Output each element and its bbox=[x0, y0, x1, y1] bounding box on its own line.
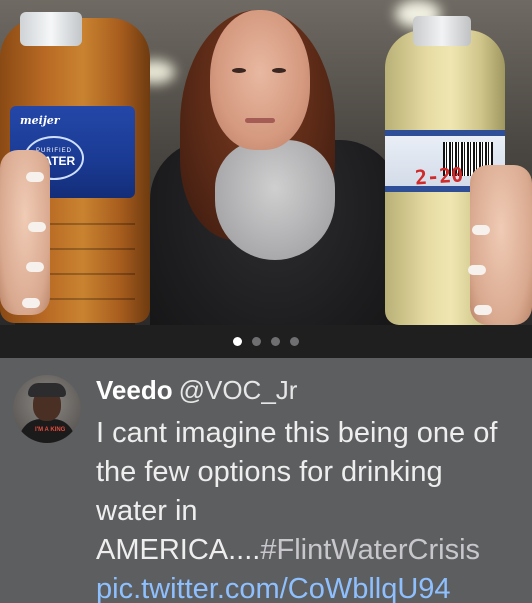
bottle-brand: meijer bbox=[20, 114, 60, 127]
left-hand bbox=[0, 150, 50, 315]
avatar[interactable]: I'M A KING bbox=[13, 375, 81, 443]
fingernail bbox=[26, 262, 44, 272]
media-link[interactable]: pic.twitter.com/CoWbllqU94 bbox=[96, 573, 451, 603]
fingernail bbox=[472, 225, 490, 235]
person-face bbox=[210, 10, 310, 150]
fingernail bbox=[26, 172, 44, 182]
pager-dot-1[interactable] bbox=[233, 337, 242, 346]
bottle-cap bbox=[20, 12, 82, 46]
person-eye bbox=[232, 68, 246, 73]
right-hand bbox=[468, 165, 532, 325]
pager-dot-4[interactable] bbox=[290, 337, 299, 346]
person-eye bbox=[272, 68, 286, 73]
tweet-author: Veedo @VOC_Jr bbox=[96, 374, 297, 406]
fingernail bbox=[28, 222, 46, 232]
bottle-cap bbox=[413, 16, 471, 46]
fingernail bbox=[468, 265, 486, 275]
tweet-text: I cant imagine this being one of the few… bbox=[96, 414, 521, 603]
fingernail bbox=[22, 298, 40, 308]
media-pager bbox=[0, 325, 532, 358]
pager-dot-2[interactable] bbox=[252, 337, 261, 346]
handwritten-date: 2-20 bbox=[414, 162, 464, 190]
pager-dot-3[interactable] bbox=[271, 337, 280, 346]
tweet-media-photo[interactable]: meijer PURIFIED WATER 2-20 bbox=[0, 0, 532, 325]
avatar-cap bbox=[28, 383, 66, 397]
tweet-card[interactable]: I'M A KING Veedo @VOC_Jr I cant imagine t… bbox=[0, 358, 532, 603]
person-mouth bbox=[245, 118, 275, 123]
avatar-shirt-text: I'M A KING bbox=[35, 427, 66, 433]
fingernail bbox=[474, 305, 492, 315]
person-hoodie bbox=[215, 140, 335, 260]
user-handle[interactable]: @VOC_Jr bbox=[179, 375, 298, 405]
display-name[interactable]: Veedo bbox=[96, 375, 173, 405]
hashtag-link[interactable]: #FlintWaterCrisis bbox=[260, 534, 480, 566]
